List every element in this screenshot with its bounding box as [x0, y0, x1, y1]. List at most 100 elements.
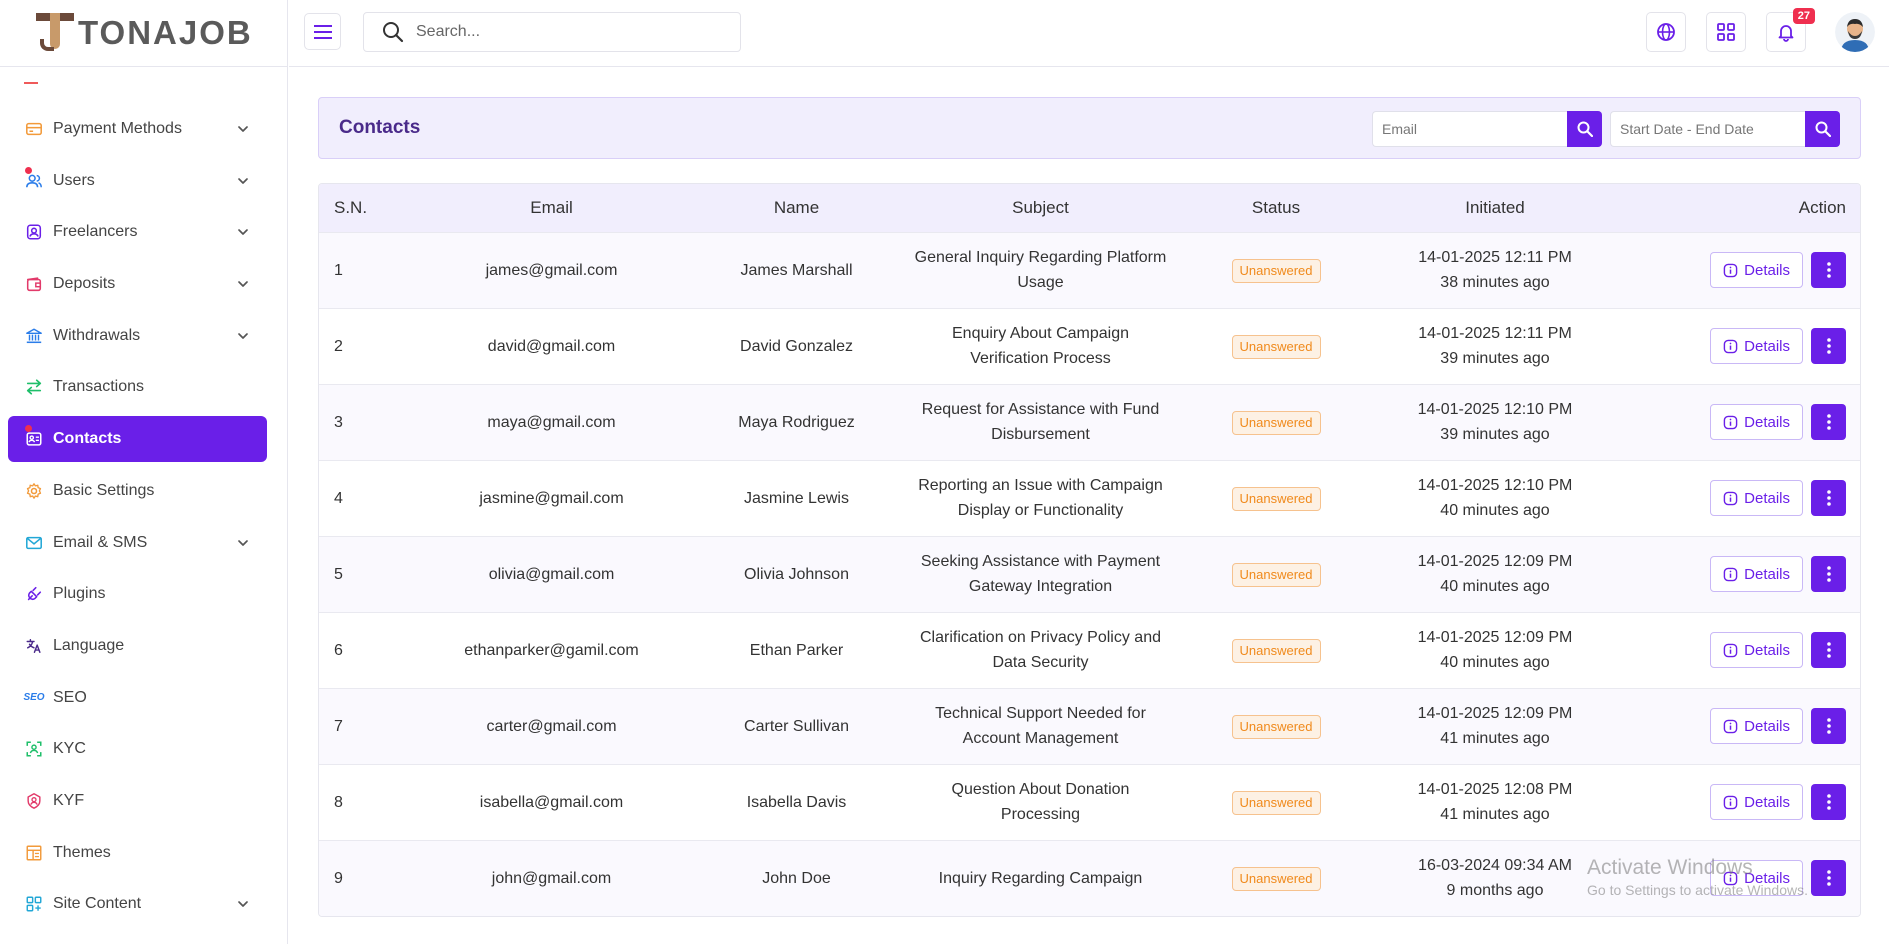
- kebab-menu-icon: [1826, 794, 1831, 810]
- details-button[interactable]: Details: [1710, 632, 1803, 668]
- table-row: 4 jasmine@gmail.com Jasmine Lewis Reporting…: [319, 460, 1860, 536]
- sidebar-item-kyc[interactable]: KYC: [8, 726, 267, 772]
- cell-action: Details: [1620, 232, 1860, 308]
- sidebar-item-kyf[interactable]: KYF: [8, 778, 267, 824]
- details-label: Details: [1744, 261, 1790, 279]
- cell-action: Details: [1620, 308, 1860, 384]
- more-actions-button[interactable]: [1811, 328, 1846, 364]
- header-name: Name: [773, 197, 820, 217]
- sidebar-item-contacts[interactable]: Contacts: [8, 416, 267, 463]
- sidebar-item-withdrawals[interactable]: Withdrawals: [8, 313, 267, 359]
- header-sn: S.N.: [334, 197, 368, 217]
- sidebar-item-label: Language: [53, 636, 125, 654]
- sidebar-item-language[interactable]: Language: [8, 623, 267, 669]
- more-actions-button[interactable]: [1811, 708, 1846, 744]
- chevron-down-icon: [238, 177, 248, 184]
- globe-icon: [1657, 23, 1675, 41]
- chevron-down-icon: [238, 332, 248, 339]
- details-button[interactable]: Details: [1710, 328, 1803, 364]
- watermark-line-1: Activate Windows: [1587, 856, 1753, 879]
- details-button[interactable]: Details: [1710, 252, 1803, 288]
- cell-sn: 5: [334, 565, 343, 583]
- sidebar-item-transactions[interactable]: Transactions: [8, 364, 267, 410]
- search-input[interactable]: [416, 23, 716, 41]
- sidebar-item-plugins[interactable]: Plugins: [8, 571, 267, 617]
- sidebar-item-label: Site Content: [53, 895, 142, 913]
- cell-name: Olivia Johnson: [744, 565, 849, 583]
- sidebar-item-site-content[interactable]: Site Content: [8, 881, 267, 927]
- sidebar-item-seo[interactable]: SEO SEO: [8, 675, 267, 721]
- badge-icon: [24, 791, 44, 811]
- subject-line-2: Gateway Integration: [968, 578, 1113, 595]
- scan-icon: [24, 739, 44, 759]
- cell-status: Unanswered: [1182, 384, 1370, 460]
- language-button[interactable]: [1646, 12, 1686, 52]
- chevron-down-icon: [238, 126, 248, 132]
- sidebar-item-label: Deposits: [53, 275, 116, 293]
- indicator-dot: [25, 166, 32, 174]
- more-actions-button[interactable]: [1811, 784, 1846, 820]
- more-actions-button[interactable]: [1811, 480, 1846, 516]
- initiated-date: 14-01-2025 12:11 PM: [1418, 325, 1572, 342]
- more-actions-button[interactable]: [1811, 632, 1846, 668]
- sidebar-item-email-sms[interactable]: Email & SMS: [8, 520, 267, 566]
- sidebar-item-users[interactable]: Users: [8, 158, 267, 204]
- wallet-icon: [24, 274, 44, 294]
- subject-line-2: Disbursement: [991, 426, 1090, 443]
- apps-button[interactable]: [1706, 12, 1746, 52]
- email-filter-input[interactable]: [1372, 111, 1567, 147]
- more-actions-button[interactable]: [1811, 252, 1846, 288]
- details-label: Details: [1744, 793, 1790, 811]
- more-actions-button[interactable]: [1811, 556, 1846, 592]
- sidebar-item-themes[interactable]: Themes: [8, 830, 267, 876]
- sidebar-item-label: Basic Settings: [53, 481, 155, 499]
- cell-name: Ethan Parker: [749, 641, 844, 659]
- details-button[interactable]: Details: [1710, 556, 1803, 592]
- users-icon: [24, 171, 44, 191]
- bank-icon: [24, 326, 44, 346]
- details-button[interactable]: Details: [1710, 784, 1803, 820]
- cell-name: Jasmine Lewis: [744, 489, 849, 507]
- cell-sn: 3: [334, 413, 343, 431]
- details-button[interactable]: Details: [1710, 708, 1803, 744]
- date-range-input[interactable]: [1610, 111, 1805, 147]
- sidebar-item-freelancers[interactable]: Freelancers: [8, 209, 267, 255]
- details-label: Details: [1744, 717, 1790, 735]
- brand-logo[interactable]: TONAJOB: [36, 10, 253, 56]
- table-body: 1 james@gmail.com James Marshall General In…: [319, 232, 1860, 916]
- notifications-button[interactable]: 27: [1766, 8, 1815, 52]
- cell-status: Unanswered: [1182, 688, 1370, 764]
- email-search-button[interactable]: [1567, 111, 1602, 147]
- sidebar-item-basic-settings[interactable]: Basic Settings: [8, 468, 267, 514]
- info-icon: [1723, 567, 1738, 581]
- chevron-down-icon: [238, 901, 248, 908]
- more-actions-button[interactable]: [1811, 404, 1846, 440]
- date-search-button[interactable]: [1805, 111, 1840, 147]
- subject-line-2: Display or Functionality: [957, 502, 1124, 519]
- cell-sn: 6: [334, 641, 343, 659]
- details-button[interactable]: Details: [1710, 404, 1803, 440]
- subject-line-1: Request for Assistance with Fund: [921, 401, 1160, 418]
- user-avatar[interactable]: [1835, 12, 1875, 52]
- cell-initiated: 14-01-2025 12:10 PM 39 minutes ago: [1370, 384, 1620, 460]
- bell-icon: [1778, 25, 1794, 42]
- details-button[interactable]: Details: [1710, 480, 1803, 516]
- subject-line-2: Account Management: [962, 730, 1119, 747]
- menu-toggle-button[interactable]: [304, 13, 341, 50]
- cell-name: Maya Rodriguez: [738, 413, 855, 431]
- subject-line-2: Verification Process: [970, 350, 1111, 367]
- status-badge: Unanswered: [1231, 714, 1321, 739]
- details-label: Details: [1744, 413, 1790, 431]
- table-row: 6 ethanparker@gamil.com Ethan Parker Clarif…: [319, 612, 1860, 688]
- status-badge: Unanswered: [1231, 790, 1321, 815]
- contacts-panel-header: Contacts: [318, 97, 1861, 159]
- sidebar-item-deposits[interactable]: Deposits: [8, 261, 267, 307]
- sidebar-item-payment-methods[interactable]: Payment Methods: [8, 106, 267, 152]
- header-email: Email: [530, 197, 573, 217]
- subject-line-1: Enquiry About Campaign: [952, 325, 1129, 342]
- apps-grid-icon: [1717, 23, 1735, 41]
- status-badge: Unanswered: [1231, 638, 1321, 663]
- translate-icon: [24, 636, 44, 656]
- more-actions-button[interactable]: [1811, 860, 1846, 897]
- topbar: 27: [289, 0, 1889, 67]
